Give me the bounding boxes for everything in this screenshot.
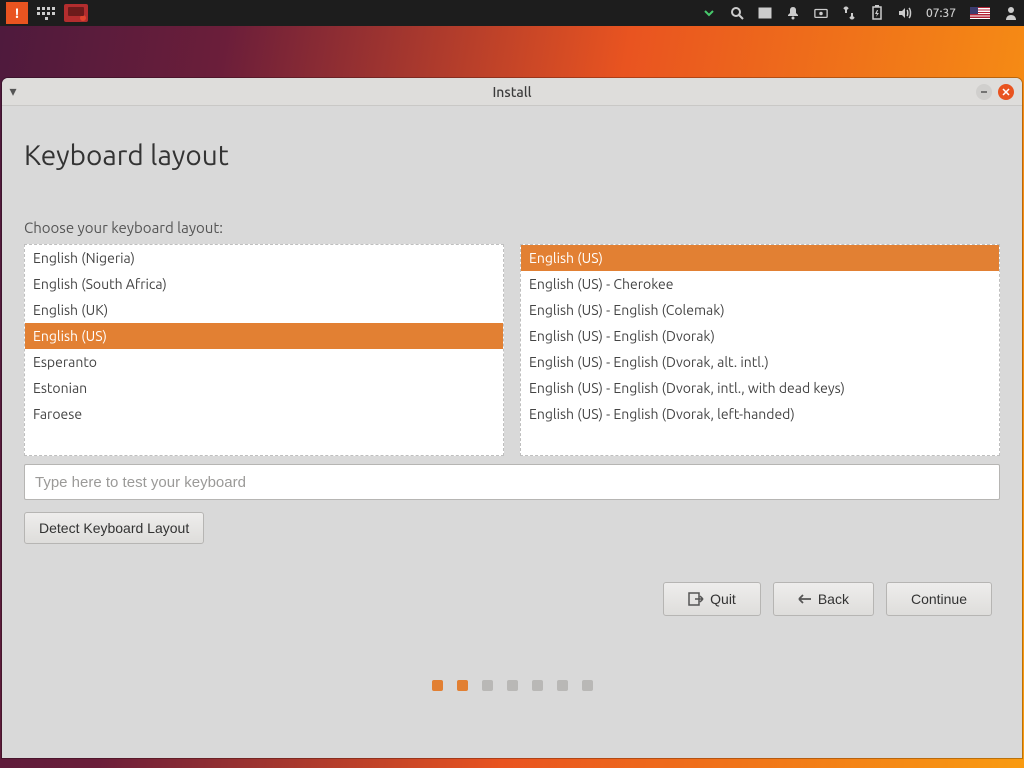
layout-option[interactable]: Faroese xyxy=(25,401,503,427)
workspace-icon[interactable] xyxy=(758,6,772,20)
battery-icon[interactable] xyxy=(870,6,884,20)
progress-dot xyxy=(432,680,443,691)
layout-option[interactable]: English (Nigeria) xyxy=(25,245,503,271)
variant-option[interactable]: English (US) - Cherokee xyxy=(521,271,999,297)
page-title: Keyboard layout xyxy=(24,140,1000,171)
variant-option[interactable]: English (US) xyxy=(521,245,999,271)
layout-option[interactable]: Estonian xyxy=(25,375,503,401)
variant-option[interactable]: English (US) - English (Dvorak, left-han… xyxy=(521,401,999,427)
user-icon[interactable] xyxy=(1004,6,1018,20)
back-button[interactable]: Back xyxy=(773,582,874,616)
layout-listbox[interactable]: English (Nigeria)English (South Africa)E… xyxy=(24,244,504,456)
keyboard-test-input[interactable] xyxy=(24,464,1000,500)
notifications-icon[interactable] xyxy=(786,6,800,20)
keyboard-flag-icon[interactable] xyxy=(970,7,990,19)
continue-label: Continue xyxy=(911,591,967,607)
apps-grid-icon[interactable] xyxy=(36,3,56,23)
layout-option[interactable]: English (US) xyxy=(25,323,503,349)
arrow-left-icon xyxy=(798,593,812,605)
variant-listbox[interactable]: English (US)English (US) - CherokeeEngli… xyxy=(520,244,1000,456)
progress-dot xyxy=(532,680,543,691)
chevron-down-icon[interactable] xyxy=(702,6,716,20)
quit-button[interactable]: Quit xyxy=(663,582,761,616)
screenshot-tool-icon[interactable] xyxy=(64,4,88,22)
quit-label: Quit xyxy=(710,591,736,607)
layout-option[interactable]: English (UK) xyxy=(25,297,503,323)
variant-option[interactable]: English (US) - English (Dvorak) xyxy=(521,323,999,349)
quit-icon xyxy=(688,592,704,606)
window-title: Install xyxy=(2,84,1022,100)
continue-button[interactable]: Continue xyxy=(886,582,992,616)
install-window: ▾ Install Keyboard layout Choose your ke… xyxy=(2,78,1022,758)
window-menu-dropdown[interactable]: ▾ xyxy=(2,83,24,100)
detect-keyboard-label: Detect Keyboard Layout xyxy=(39,520,189,536)
minimize-button[interactable] xyxy=(976,84,992,100)
progress-dot xyxy=(482,680,493,691)
progress-dot xyxy=(507,680,518,691)
instruction-text: Choose your keyboard layout: xyxy=(24,219,1000,236)
network-icon[interactable] xyxy=(842,6,856,20)
progress-indicator xyxy=(24,680,1000,691)
camera-icon[interactable] xyxy=(814,6,828,20)
close-button[interactable] xyxy=(998,84,1014,100)
back-label: Back xyxy=(818,591,849,607)
detect-keyboard-button[interactable]: Detect Keyboard Layout xyxy=(24,512,204,544)
top-panel: ! 07:37 xyxy=(0,0,1024,26)
variant-option[interactable]: English (US) - English (Dvorak, intl., w… xyxy=(521,375,999,401)
progress-dot xyxy=(557,680,568,691)
progress-dot xyxy=(582,680,593,691)
distro-logo-icon[interactable]: ! xyxy=(6,2,28,24)
progress-dot xyxy=(457,680,468,691)
search-icon[interactable] xyxy=(730,6,744,20)
layout-option[interactable]: English (South Africa) xyxy=(25,271,503,297)
clock[interactable]: 07:37 xyxy=(926,7,956,20)
layout-option[interactable]: Esperanto xyxy=(25,349,503,375)
titlebar[interactable]: ▾ Install xyxy=(2,78,1022,106)
volume-icon[interactable] xyxy=(898,6,912,20)
variant-option[interactable]: English (US) - English (Dvorak, alt. int… xyxy=(521,349,999,375)
variant-option[interactable]: English (US) - English (Colemak) xyxy=(521,297,999,323)
